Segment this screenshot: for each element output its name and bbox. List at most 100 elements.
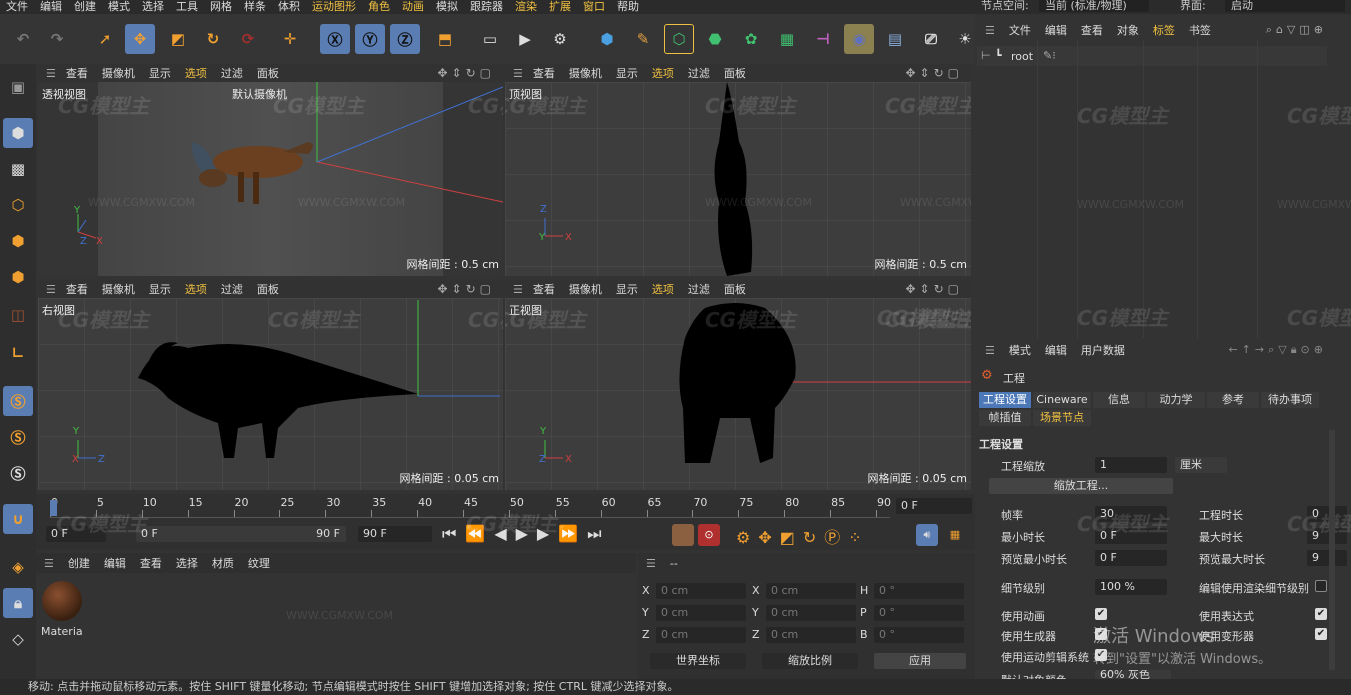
make-editable-icon[interactable]: ▣ [3,72,33,102]
field-icon[interactable]: ◉ [844,24,874,54]
menu-view[interactable]: 查看 [66,281,88,297]
sound-icon[interactable]: 🔊︎ [916,524,938,546]
magnet-icon[interactable]: ∪ [3,504,33,534]
extrude-icon[interactable]: ⬣ [700,24,730,54]
snap-icon[interactable]: Ⓢ [3,386,33,416]
menu-display[interactable]: 显示 [616,65,638,81]
hamburger-icon[interactable]: ☰ [46,283,56,296]
coordinate-tool-icon[interactable]: ✛ [275,24,305,54]
tab-project-settings[interactable]: 工程设置 [979,392,1031,408]
menu-panel[interactable]: 面板 [257,65,279,81]
menu-cameras[interactable]: 摄像机 [569,65,602,81]
project-scale-field[interactable]: 1 [1095,457,1167,473]
polygons-mode-icon[interactable]: ⬢ [3,262,33,292]
viewport-top[interactable]: ☰ 查看 摄像机 显示 选项 过滤 面板 ✥⇕↻▢ Z X Y 顶视图 网格间距… [505,64,971,276]
attr-menu-edit[interactable]: 编辑 [1045,342,1067,358]
light-icon[interactable]: ☀ [950,24,980,54]
auto-keying-icon[interactable]: ⊙ [698,524,720,546]
scale-tool-icon[interactable]: ◩ [163,24,193,54]
viewport-right[interactable]: ☰ 查看 摄像机 显示 选项 过滤 面板 ✥⇕↻▢ Y Z X 右视图 网格间距… [38,280,503,490]
menu-display[interactable]: 显示 [616,281,638,297]
object-menu-bookmarks[interactable]: 书签 [1189,22,1211,38]
edges-mode-icon[interactable]: ⬢ [3,226,33,256]
end-frame-field[interactable]: 90 F [358,526,432,542]
menu-item[interactable]: 模式 [102,1,136,13]
hamburger-icon[interactable]: ☰ [513,283,523,296]
menu-filter[interactable]: 过滤 [221,281,243,297]
default-color-select[interactable]: 60% 灰色 [1095,670,1171,679]
material-menu-view[interactable]: 查看 [140,555,162,571]
tab-cineware[interactable]: Cineware [1033,392,1091,408]
move-tool-icon[interactable]: ✥ [125,24,155,54]
apply-button[interactable]: 应用 [874,653,966,669]
tab-scene-nodes[interactable]: 场景节点 [1033,410,1091,426]
snap-settings-icon[interactable]: Ⓢ [3,422,33,452]
viewport-nav-icons[interactable]: ✥⇕↻▢ [905,66,963,80]
material-menu-material[interactable]: 材质 [212,555,234,571]
coord-value-field[interactable]: 0 cm [766,605,856,621]
menu-item[interactable]: 帮助 [611,1,645,13]
menu-item[interactable]: 跟踪器 [464,1,509,13]
render-lod-checkbox[interactable] [1315,580,1327,592]
workplane-snap-icon[interactable]: Ⓢ [3,458,33,488]
record-keyframe-icon[interactable] [672,524,694,546]
object-menu-edit[interactable]: 编辑 [1045,22,1067,38]
model-mode-icon[interactable]: ⬢ [3,118,33,148]
layout-select[interactable]: 启动 [1225,0,1345,12]
current-frame-field[interactable]: 0 F [896,498,972,514]
render-settings-icon[interactable]: ⚙ [545,24,575,54]
points-mode-icon[interactable]: ⬡ [3,190,33,220]
render-view-icon[interactable]: ▭ [475,24,505,54]
menu-options[interactable]: 选项 [652,281,674,297]
attr-scrollbar[interactable] [1329,430,1335,670]
object-menu-file[interactable]: 文件 [1009,22,1031,38]
coord-system-select[interactable]: 世界坐标 [650,653,746,669]
menu-view[interactable]: 查看 [66,65,88,81]
material-menu-select[interactable]: 选择 [176,555,198,571]
preview-min-field[interactable]: 0 F [1095,550,1167,566]
menu-options[interactable]: 选项 [185,281,207,297]
cube-primitive-icon[interactable]: ⬢ [592,24,622,54]
texture-mode-icon[interactable]: ▩ [3,154,33,184]
perspective-canvas[interactable]: Y X Z 透视视图 默认摄像机 网格间距 : 0.5 cm CG模型主 CG模… [38,82,503,276]
coord-value-field[interactable]: 0 cm [766,627,856,643]
material-name[interactable]: Materia [41,625,83,638]
menu-cameras[interactable]: 摄像机 [102,65,135,81]
root-label[interactable]: root [1011,50,1033,63]
tab-info[interactable]: 信息 [1093,392,1145,408]
hamburger-icon[interactable]: ☰ [44,557,54,570]
menu-item[interactable]: 角色 [362,1,396,13]
use-expr-checkbox[interactable]: ✔ [1315,608,1327,620]
lod-field[interactable]: 100 % [1095,579,1167,595]
menu-options[interactable]: 选项 [185,65,207,81]
viewport-nav-icons[interactable]: ✥⇕↻▢ [437,282,495,296]
menu-panel[interactable]: 面板 [724,65,746,81]
coord-value-field[interactable]: 0 cm [766,583,856,599]
pen-spline-icon[interactable]: ✎ [628,24,658,54]
menu-display[interactable]: 显示 [149,65,171,81]
axis-mode-icon[interactable]: ∟ [3,338,33,368]
menu-options[interactable]: 选项 [652,65,674,81]
material-menu-edit[interactable]: 编辑 [104,555,126,571]
rotate-tool-icon[interactable]: ↻ [198,24,228,54]
menu-item[interactable]: 选择 [136,1,170,13]
menu-panel[interactable]: 面板 [724,281,746,297]
object-toolbar-icons[interactable]: ⌕⌂▽◫⊕ [1266,23,1327,37]
project-scale-unit[interactable]: 厘米 [1175,457,1227,473]
viewport-nav-icons[interactable]: ✥⇕↻▢ [905,282,963,296]
undo-icon[interactable]: ↶ [8,24,38,54]
top-canvas[interactable]: Z X Y 顶视图 网格间距 : 0.5 cm CG模型主 CG模型主 CG模型… [505,82,971,276]
use-deform-checkbox[interactable]: ✔ [1315,628,1327,640]
workplane-icon[interactable]: ◈ [3,552,33,582]
range-slider[interactable]: 0 F 90 F [136,526,346,542]
viewport-nav-icons[interactable]: ✥⇕↻▢ [437,66,495,80]
hamburger-icon[interactable]: ☰ [646,557,656,570]
menu-item[interactable]: 文件 [0,1,34,13]
film-icon[interactable]: ▦ [944,524,966,546]
menu-filter[interactable]: 过滤 [221,65,243,81]
menu-cameras[interactable]: 摄像机 [569,281,602,297]
menu-item[interactable]: 网格 [204,1,238,13]
right-canvas[interactable]: Y Z X 右视图 网格间距 : 0.05 cm CG模型主 CG模型主 CG模… [38,298,503,490]
y-axis-lock-icon[interactable]: Ⓨ [355,24,385,54]
tab-todo[interactable]: 待办事项 [1261,392,1319,408]
